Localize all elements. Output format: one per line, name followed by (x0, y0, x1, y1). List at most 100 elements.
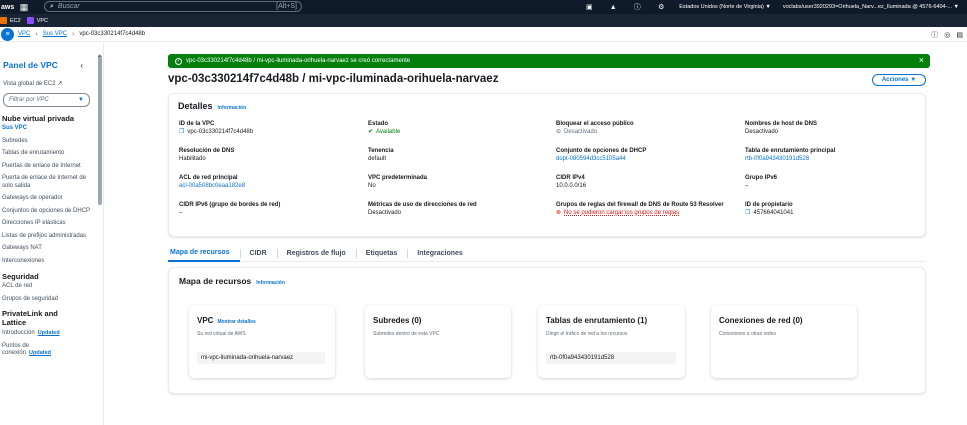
route-tables-card: Tablas de enrutamiento (1) Dirigir el tr… (538, 305, 685, 378)
vpc-card: VPC Mostrar detalles Su red virtual de A… (189, 305, 335, 378)
route-table-link[interactable]: rtb-0f0a943430191d528 (745, 155, 925, 163)
resource-map-heading: Mapa de recursos (179, 276, 252, 286)
top-navigation-bar: aws ▦ ⌕ Buscar [Alt+S] ▣ ▲ ⓘ ⚙ Estados U… (0, 0, 967, 14)
details-heading: Detalles (178, 101, 213, 111)
field-value: Habilitado (179, 156, 206, 162)
details-panel: Detalles Información ID de la VPC ❐ vpc-0… (168, 93, 926, 237)
breadcrumb-your-vpcs[interactable]: Sus VPC (43, 31, 67, 37)
tab-tags[interactable]: Etiquetas (355, 245, 408, 262)
tab-integrations[interactable]: Integraciones (407, 245, 473, 262)
disabled-circle-icon: ⊖ (556, 129, 562, 135)
sidebar-title[interactable]: Panel de VPC (3, 60, 58, 70)
settings-gear-icon[interactable]: ⚙ (649, 3, 673, 11)
sidebar-item-dhcp-options[interactable]: Conjuntos de opciones de DHCP (0, 208, 92, 216)
sidebar-item-elastic-ips[interactable]: Direcciones IP elásticas (0, 220, 92, 228)
sidebar-item-security-groups[interactable]: Grupos de seguridad (0, 296, 92, 304)
search-placeholder: Buscar (57, 3, 80, 10)
nav-label: Introducción (2, 330, 35, 336)
field-dhcp-options: Conjunto de opciones de DHCP dopt-080594… (556, 147, 736, 163)
field-label: CIDR IPv4 (556, 175, 585, 181)
caret-down-icon: ▼ (78, 97, 84, 103)
favorite-vpc[interactable]: VPC (26, 17, 49, 24)
help-icon[interactable]: ⓘ (625, 2, 649, 12)
card-title: VPC (197, 316, 214, 325)
breadcrumb-vpc[interactable]: VPC (18, 31, 30, 37)
info-link[interactable]: Información (256, 280, 285, 286)
ec2-global-view-link[interactable]: Vista global de EC2 ↗ (0, 70, 103, 87)
filter-placeholder: Filtrar por VPC (9, 97, 49, 103)
info-panel-icon[interactable]: ⓘ (931, 30, 938, 40)
subnets-card: Subredes (0) Subredes dentro de esta VPC (365, 305, 511, 378)
close-sidebar-icon[interactable]: ‹ (80, 61, 83, 70)
sidebar-item-carrier-gateways[interactable]: Gateways de operador (0, 195, 92, 203)
field-value: vpc-03c330214f7c4d48b (187, 129, 254, 135)
sidebar-item-internet-gateways[interactable]: Puertas de enlace de Internet (0, 163, 92, 171)
updated-badge: Updated (37, 330, 60, 336)
dhcp-link[interactable]: dopt-080594d3cc5105a44 (556, 155, 736, 163)
field-label: Tenencia (368, 148, 394, 154)
field-label: ACL de red principal (179, 175, 238, 181)
sidebar-item-subnets[interactable]: Subredes (0, 138, 92, 146)
vpc-name-chip[interactable]: mi-vpc-iluminada-orihuela-narvaez (197, 352, 325, 364)
sidebar-item-endpoints[interactable]: Puntos de conexión Updated (0, 343, 60, 358)
field-default-vpc: VPC predeterminada No (368, 174, 548, 190)
nav-section-privatelink: PrivateLink and Lattice (2, 309, 58, 327)
dismiss-icon[interactable]: × (919, 55, 924, 65)
route-table-chip[interactable]: rtb-0f0a943430191d528 (546, 352, 676, 364)
vpc-filter-select[interactable]: Filtrar por VPC ▼ (3, 93, 90, 107)
favorites-bar: EC2 VPC (0, 14, 967, 27)
tab-resource-map[interactable]: Mapa de recursos (168, 245, 240, 262)
sidebar-item-network-acls[interactable]: ACL de red (0, 283, 92, 291)
actions-dropdown-button[interactable]: Acciones ▼ (872, 74, 926, 86)
sidebar-item-your-vpcs[interactable]: Sus VPC (0, 125, 92, 133)
status-value: Available (376, 129, 401, 135)
acl-link[interactable]: acl-00a508bc0eaa182e8 (179, 182, 359, 190)
copy-icon[interactable]: ❐ (179, 128, 184, 136)
field-dns-hostnames: Nombres de host de DNS Desactivado (745, 120, 925, 136)
field-label: Conjunto de opciones de DHCP (556, 148, 647, 154)
field-value: Desactivado (745, 129, 779, 135)
card-title: Subredes (0) (373, 316, 422, 325)
card-title: Tablas de enrutamiento (1) (546, 316, 648, 325)
global-search-input[interactable]: ⌕ Buscar [Alt+S] (44, 1, 302, 12)
favorite-ec2[interactable]: EC2 (0, 17, 21, 24)
copy-icon[interactable]: ❐ (745, 209, 750, 217)
external-link-icon: ↗ (57, 81, 63, 87)
search-shortcut: [Alt+S] (276, 3, 297, 10)
sidebar-item-prefix-lists[interactable]: Listas de prefijos administradas (0, 233, 92, 241)
field-label: Grupo IPv6 (745, 175, 778, 181)
info-link[interactable]: Información (218, 105, 247, 111)
region-selector[interactable]: Estados Unidos (Norte de Virginia) ▼ (673, 4, 777, 10)
success-flash-banner: ✓ vpc-03c330214f7c4d48b / mi-vpc-ilumina… (168, 54, 930, 68)
sidebar-item-route-tables[interactable]: Tablas de enrutamiento (0, 150, 92, 158)
field-value: Desactivado (564, 129, 598, 135)
notifications-bell-icon[interactable]: ▲ (601, 4, 625, 11)
sidebar-item-egress-only-igw[interactable]: Puerta de enlace de Internet de solo sal… (0, 175, 92, 190)
global-view-label: Vista global de EC2 (3, 81, 56, 87)
error-value[interactable]: No se pudieron cargar los grupos de regl… (564, 210, 679, 216)
success-check-icon: ✓ (175, 57, 182, 65)
tab-cidr[interactable]: CIDR (239, 245, 277, 262)
scroll-up-arrow-icon[interactable]: ▲ (97, 53, 102, 59)
sidebar-scrollbar[interactable] (97, 52, 103, 425)
services-grid-icon[interactable]: ▦ (14, 2, 34, 13)
sidebar-item-getting-started[interactable]: Introducción Updated (0, 330, 92, 338)
hamburger-menu-icon[interactable]: ≡ (1, 27, 14, 41)
field-label: Tabla de enrutamiento principal (745, 148, 836, 154)
tab-flow-logs[interactable]: Registros de flujo (276, 245, 356, 262)
field-label: Métricas de uso de direcciones de red (368, 202, 477, 208)
card-subtitle: Dirigir el tráfico de red a los recursos (546, 331, 628, 337)
account-menu[interactable]: voclabs/user3920293=Orihuela_Narv...ez_I… (777, 4, 965, 10)
field-cidr-ipv6: CIDR IPv6 (grupo de bordes de red) – (179, 201, 359, 217)
show-details-link[interactable]: Mostrar detalles (217, 319, 255, 325)
field-label: Nombres de host de DNS (745, 121, 818, 127)
notifications-panel-icon[interactable]: ▤ (956, 31, 963, 39)
settings-icon[interactable]: ◎ (944, 31, 950, 39)
favorite-label: VPC (36, 17, 49, 24)
aws-logo[interactable]: aws (0, 4, 14, 11)
field-value: No (368, 183, 376, 189)
sidebar-item-peering[interactable]: Interconexiones (0, 258, 92, 266)
sidebar-item-nat-gateways[interactable]: Gateways NAT (0, 245, 92, 253)
cloudshell-icon[interactable]: ▣ (577, 3, 601, 11)
scrollbar-thumb[interactable] (98, 55, 102, 205)
